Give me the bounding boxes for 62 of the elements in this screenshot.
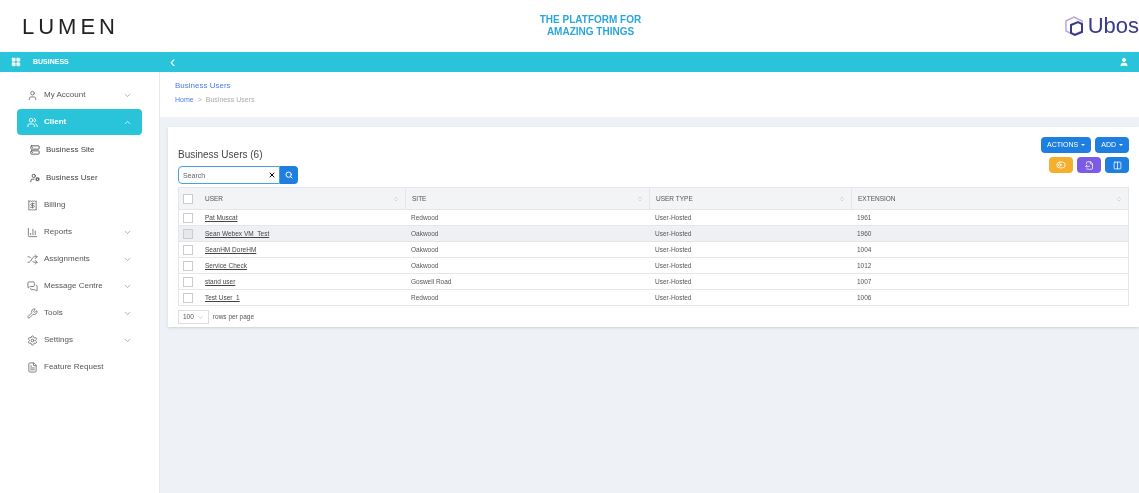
chat-icon	[27, 280, 38, 292]
sidebar-label: My Account	[44, 89, 87, 101]
caret-icon	[1081, 144, 1086, 146]
sidebar-item[interactable]: Message Centre	[17, 273, 142, 299]
sidebar-label: Client	[44, 116, 68, 128]
sort-icon[interactable]	[637, 195, 643, 202]
bar-chart-icon	[27, 226, 38, 238]
row-checkbox[interactable]	[183, 244, 193, 255]
sidebar-item[interactable]: Feature Request	[17, 354, 142, 380]
document-icon	[27, 361, 38, 373]
card-title: Business Users (6)	[178, 148, 264, 162]
cube-logo-icon	[1063, 15, 1084, 37]
chevron-down-icon	[196, 313, 204, 321]
sidebar-label: Assignments	[44, 253, 91, 265]
row-checkbox[interactable]	[183, 260, 193, 271]
caret-icon	[1119, 144, 1123, 146]
sort-icon[interactable]	[393, 195, 399, 202]
columns-icon	[1112, 160, 1122, 170]
sidebar-item[interactable]: My Account	[17, 82, 142, 108]
group-icon	[27, 116, 38, 128]
tagline: THE PLATFORM FOR AMAZING THINGS	[539, 14, 642, 38]
row-checkbox[interactable]	[183, 276, 193, 287]
sidebar-label: Business Site	[46, 144, 95, 156]
gear-icon	[27, 334, 38, 346]
file-icon	[1084, 160, 1094, 170]
toggle-icon	[1056, 160, 1066, 170]
row-checkbox[interactable]	[183, 228, 193, 239]
search-icon	[285, 171, 293, 179]
user-icon	[30, 173, 40, 183]
sidebar-label: Billing	[44, 199, 67, 211]
sidebar-item[interactable]: Billing	[17, 192, 142, 218]
logo: LUMEN	[22, 12, 120, 41]
columns-button[interactable]	[1105, 157, 1129, 173]
person-icon	[27, 89, 38, 101]
sidebar-label: Tools	[44, 307, 64, 319]
row-checkbox[interactable]	[183, 212, 193, 223]
sidebar-label: Feature Request	[44, 361, 105, 373]
brand-name: Ubos	[1087, 15, 1139, 37]
wrench-icon	[27, 307, 38, 319]
sidebar-subitem[interactable]: Business User	[30, 165, 159, 191]
row-checkbox[interactable]	[183, 292, 193, 303]
header-checkbox[interactable]	[183, 193, 193, 204]
shuffle-icon	[27, 253, 38, 265]
sidebar-label: Settings	[44, 334, 74, 346]
user-icon[interactable]	[1119, 57, 1129, 67]
page-title: Business Users	[175, 80, 232, 92]
sort-icon[interactable]	[839, 195, 845, 202]
sidebar-item[interactable]: Tools	[17, 300, 142, 326]
sidebar-item[interactable]: Settings	[17, 327, 142, 353]
export-button[interactable]	[1077, 157, 1101, 173]
toggle-button[interactable]	[1049, 157, 1073, 173]
sort-icon[interactable]	[1116, 195, 1122, 202]
sidebar-item[interactable]: Reports	[17, 219, 142, 245]
receipt-icon	[27, 199, 38, 211]
clear-icon[interactable]	[268, 171, 276, 179]
sidebar-subitem[interactable]: Business Site	[30, 137, 159, 163]
sidebar-label: Business User	[46, 172, 98, 184]
server-icon	[30, 145, 40, 155]
sidebar-label: Message Centre	[44, 280, 104, 292]
sidebar-label: Reports	[44, 226, 73, 238]
sidebar-item[interactable]: Assignments	[17, 246, 142, 272]
grid-icon	[11, 57, 21, 67]
